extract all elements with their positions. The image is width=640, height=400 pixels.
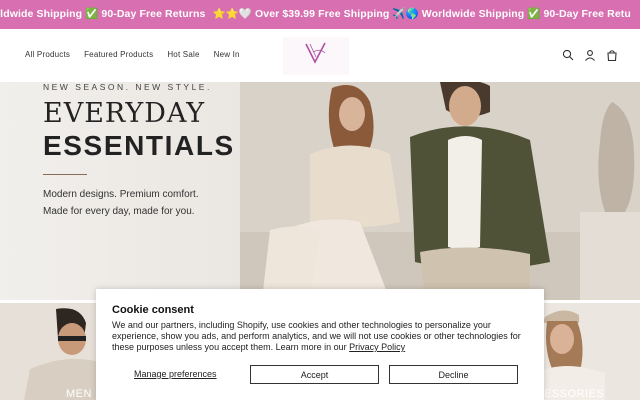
category-tile-accessories[interactable]: ESSORIES: [535, 303, 640, 400]
header-icons: [562, 48, 618, 62]
hero-model-photo: [240, 82, 640, 300]
site-header: All Products Featured Products Hot Sale …: [0, 29, 640, 82]
hero-subtitle-line2: Made for every day, made for you.: [43, 206, 195, 217]
men-category-photo: [0, 303, 108, 400]
hero-subtitle-line1: Modern designs. Premium comfort.: [43, 189, 199, 200]
announcement-text-1: rldwide Shipping ✅ 90-Day Free Returns: [0, 8, 206, 20]
manage-preferences-link[interactable]: Manage preferences: [134, 369, 217, 379]
announcement-marquee: rldwide Shipping ✅ 90-Day Free Returns ⭐…: [0, 7, 635, 20]
hero-eyebrow: NEW SEASON. NEW STYLE.: [43, 82, 212, 92]
hero-divider: [43, 174, 87, 175]
category-label-men: MEN: [66, 388, 92, 400]
accessories-category-photo: [535, 303, 640, 400]
account-icon[interactable]: [584, 48, 596, 61]
category-tile-men[interactable]: MEN: [0, 303, 108, 400]
nav-featured-products[interactable]: Featured Products: [84, 50, 153, 59]
decline-button[interactable]: Decline: [389, 365, 518, 384]
privacy-policy-link[interactable]: Privacy Policy: [349, 342, 405, 352]
search-icon[interactable]: [562, 48, 574, 61]
logo-mark: [303, 40, 329, 72]
cookie-title: Cookie consent: [112, 304, 194, 316]
accept-button[interactable]: Accept: [250, 365, 379, 384]
announcement-bar: rldwide Shipping ✅ 90-Day Free Returns ⭐…: [0, 0, 640, 29]
hero-title-line1: EVERYDAY: [43, 98, 206, 129]
nav-new-in[interactable]: New In: [214, 50, 240, 59]
hero-banner[interactable]: NEW SEASON. NEW STYLE. EVERYDAY ESSENTIA…: [0, 82, 640, 300]
cart-icon[interactable]: [606, 48, 618, 62]
cookie-body: We and our partners, including Shopify, …: [112, 320, 532, 353]
cookie-body-text: We and our partners, including Shopify, …: [112, 320, 521, 352]
nav-hot-sale[interactable]: Hot Sale: [167, 50, 199, 59]
category-label-accessories: ESSORIES: [544, 388, 605, 400]
cookie-consent-dialog: Cookie consent We and our partners, incl…: [96, 289, 544, 400]
announcement-text-2: ⭐⭐🤍 Over $39.99 Free Shipping ✈️🌎 Worldw…: [212, 8, 631, 20]
hero-title-line2: ESSENTIALS: [43, 130, 235, 161]
main-nav: All Products Featured Products Hot Sale …: [25, 50, 240, 59]
brand-logo[interactable]: [283, 37, 349, 75]
nav-all-products[interactable]: All Products: [25, 50, 70, 59]
